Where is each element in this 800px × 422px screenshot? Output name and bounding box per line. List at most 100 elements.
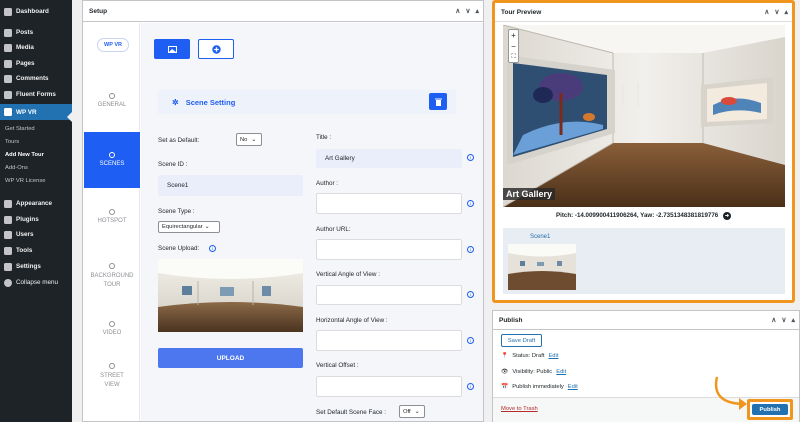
menu-comments[interactable]: Comments [0,72,72,85]
tab-video[interactable]: VIDEO [84,321,140,336]
admin-sidebar: Dashboard Posts Media Pages Comments Flu… [0,0,72,422]
menu-pages[interactable]: Pages [0,57,72,70]
tab-street-view[interactable]: STREET VIEW [84,363,140,390]
vertical-tabs: WP VR GENERAL SCENES HOTSPOT BACKGROUND … [84,23,140,421]
plugins-icon [4,215,12,224]
tab-background-tour[interactable]: BACKGROUND TOUR [84,263,140,290]
publish-header: Publish ∧ ∨ ▴ [493,311,799,330]
publish-highlight: Publish [747,399,793,420]
save-draft-button[interactable]: Save Draft [501,334,542,347]
menu-posts[interactable]: Posts [0,26,72,39]
image-icon [167,45,177,53]
chevron-down-icon: ⌄ [204,224,210,230]
submenu-license[interactable]: WP VR License [0,178,72,184]
delete-scene-button[interactable] [429,93,447,110]
edit-status-link[interactable]: Edit [548,353,558,359]
scene-id-label: Scene ID : [158,161,188,168]
horizontal-angle-input[interactable] [316,330,462,351]
menu-dashboard[interactable]: Dashboard [0,5,72,18]
menu-plugins[interactable]: Plugins [0,213,72,226]
trash-icon [434,98,442,106]
visibility-line: 👁 Visibility: Public Edit [501,369,567,375]
scene-preview-image [158,259,303,332]
scene-type-select[interactable]: Equirectangular ⌄ [158,221,220,233]
publish-title: Publish [499,316,523,324]
menu-tools[interactable]: Tools [0,244,72,257]
submenu-tours[interactable]: Tours [0,139,72,145]
zoom-out-button[interactable]: − [509,41,518,52]
fullscreen-button[interactable]: ⛶ [509,52,518,63]
appearance-icon [4,199,12,208]
scene-id-input[interactable]: Scene1 [158,175,303,196]
preview-header: Tour Preview ∧ ∨ ▴ [495,3,792,22]
vertical-offset-input[interactable] [316,376,462,397]
move-to-trash-link[interactable]: Move to Trash [501,406,538,412]
edit-visibility-link[interactable]: Edit [556,369,566,375]
menu-wp-vr[interactable]: WP VR [0,104,72,120]
toggle-panel-icon[interactable]: ▴ [475,7,479,15]
menu-fluent-forms[interactable]: Fluent Forms [0,88,72,101]
arrow-down-circle-icon[interactable]: ➜ [723,212,731,220]
tab-scenes[interactable]: SCENES [84,132,140,188]
tour-preview-panel: Tour Preview ∧ ∨ ▴ + − ⛶ Art Gallery Pit… [492,0,795,303]
menu-media[interactable]: Media [0,41,72,54]
panorama-viewer[interactable]: + − ⛶ Art Gallery [503,25,785,207]
author-input[interactable] [316,193,462,214]
toggle-panel-icon[interactable]: ▴ [784,8,788,16]
set-default-select[interactable]: No ⌄ [236,133,262,146]
add-scene-button[interactable] [198,39,234,59]
default-face-select[interactable]: Off ⌄ [399,405,425,418]
move-up-icon[interactable]: ∧ [771,316,776,324]
move-down-icon[interactable]: ∨ [774,8,779,16]
plus-circle-icon [211,44,221,54]
publish-button[interactable]: Publish [752,404,788,415]
pin-icon [4,28,12,37]
menu-settings[interactable]: Settings [0,260,72,273]
move-down-icon[interactable]: ∨ [781,316,786,324]
default-face-label: Set Default Scene Face : [316,409,387,416]
tools-icon [4,246,12,255]
pin-icon: 📍 [501,353,509,359]
scene-setting-title: Scene Setting [185,97,236,107]
general-icon [109,93,115,99]
toggle-panel-icon[interactable]: ▴ [791,316,795,324]
scene-type-label: Scene Type : [158,208,195,215]
tab-hotspot[interactable]: HOTSPOT [84,209,140,224]
info-icon: i [467,337,474,344]
dashboard-icon [4,7,12,16]
tab-general[interactable]: GENERAL [84,93,140,108]
vr-icon [4,108,12,116]
chevron-down-icon: ⌄ [251,136,257,143]
edit-schedule-link[interactable]: Edit [568,384,578,390]
scene-thumb-button[interactable] [154,39,190,59]
settings-icon [4,262,12,271]
pitch-yaw-readout: Pitch: -14.009900411906264, Yaw: -2.7351… [555,212,731,220]
forms-icon [4,90,12,99]
hotspot-icon [109,209,115,215]
menu-collapse[interactable]: Collapse menu [0,276,72,289]
move-down-icon[interactable]: ∨ [465,7,470,15]
street-view-icon [109,363,115,369]
pointer-arrow-icon [714,376,747,410]
info-icon: i [467,383,474,390]
submenu-get-started[interactable]: Get Started [0,126,72,132]
set-default-label: Set as Default: [158,137,200,144]
zoom-in-button[interactable]: + [509,30,518,41]
author-url-input[interactable] [316,239,462,260]
scene-thumbnail[interactable] [508,244,576,290]
menu-appearance[interactable]: Appearance [0,197,72,210]
submenu-add-ons[interactable]: Add-Ons [0,165,72,171]
submenu-add-new-tour[interactable]: Add New Tour [0,152,72,158]
title-input[interactable]: Art Gallery [316,149,462,168]
info-icon: i [467,246,474,253]
status-line: 📍 Status: Draft Edit [501,353,559,359]
comments-icon [4,74,12,83]
media-icon [4,43,12,52]
upload-button[interactable]: UPLOAD [158,348,303,368]
collapse-icon [4,278,12,287]
menu-users[interactable]: Users [0,228,72,241]
vertical-angle-input[interactable] [316,285,462,305]
move-up-icon[interactable]: ∧ [455,7,460,15]
thumb-label: Scene1 [530,234,551,240]
move-up-icon[interactable]: ∧ [764,8,769,16]
